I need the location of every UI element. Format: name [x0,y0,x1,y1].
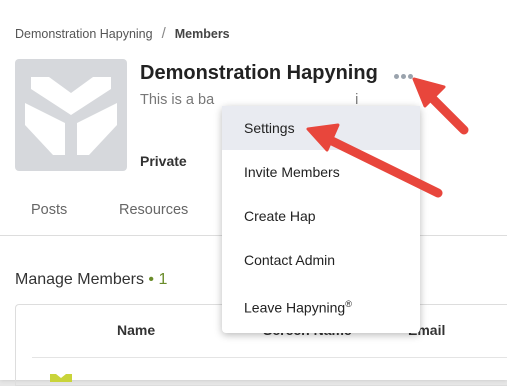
menu-item-contact-admin[interactable]: Contact Admin [222,238,420,282]
menu-item-settings[interactable]: Settings [222,106,420,150]
menu-item-leave-label: Leave Hapyning [244,299,346,316]
column-header-name[interactable]: Name [117,322,155,338]
privacy-label: Private [140,153,187,169]
manage-members-heading: Manage Members • 1 [15,271,167,289]
options-dropdown-menu: Settings Invite Members Create Hap Conta… [222,106,420,333]
menu-item-invite-members[interactable]: Invite Members [222,150,420,194]
page: Demonstration Hapyning / Members Demonstra… [0,0,507,386]
manage-members-count: 1 [158,271,168,288]
menu-item-create-hap[interactable]: Create Hap [222,194,420,238]
menu-item-leave-hapyning[interactable]: Leave Hapyning® [222,282,420,326]
member-avatar-icon [50,374,72,382]
breadcrumb-parent-link[interactable]: Demonstration Hapyning [15,27,153,41]
more-options-button[interactable] [394,66,418,82]
manage-members-label: Manage Members [15,271,144,288]
arrow-head-icon [412,77,446,108]
manage-members-bullet: • [148,271,155,288]
group-description-start: This is a ba [140,92,215,108]
more-dot [401,74,406,79]
breadcrumb-current: Members [174,27,230,41]
breadcrumb: Demonstration Hapyning / Members [15,25,230,42]
group-logo-icon [25,77,117,155]
breadcrumb-separator: / [161,25,166,42]
table-row-divider [32,357,507,358]
more-dot [408,74,413,79]
more-horizontal-icon [394,74,399,79]
registered-mark: ® [345,299,352,309]
group-logo [15,59,127,171]
tab-resources[interactable]: Resources [119,202,188,218]
group-title: Demonstration Hapyning [140,62,378,84]
tab-posts[interactable]: Posts [31,202,67,218]
